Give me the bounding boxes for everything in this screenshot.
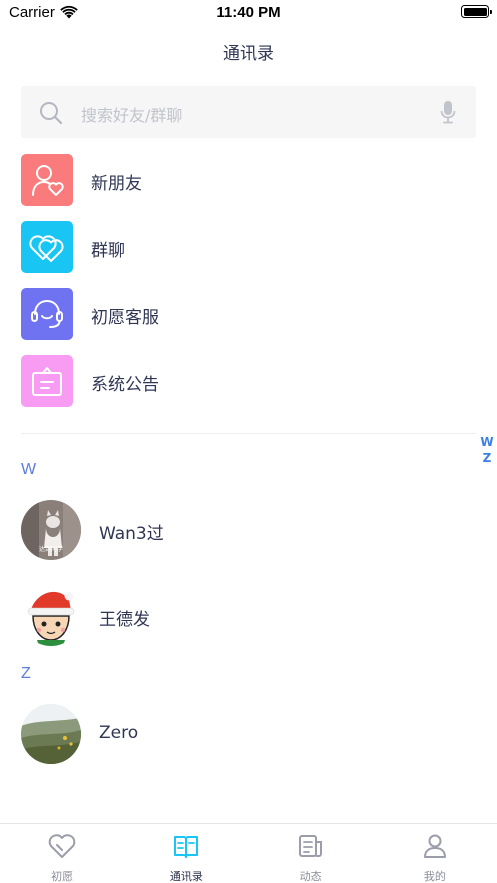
contact-name: 王德发	[99, 610, 150, 630]
heart-icon	[48, 833, 76, 863]
microphone-icon[interactable]	[440, 100, 456, 128]
contact-row[interactable]: 达到同学 Wan3过	[21, 500, 476, 564]
new-friend-item[interactable]: 新朋友	[21, 154, 476, 206]
section-header-z: Z	[21, 665, 31, 682]
page-title: 通讯录	[223, 44, 274, 64]
search-icon	[39, 101, 63, 129]
announcement-icon	[21, 355, 73, 407]
contact-name: Zero	[99, 723, 139, 743]
clock: 11:40 PM	[216, 4, 281, 21]
tab-chuyuan[interactable]: 初愿	[0, 824, 124, 883]
battery-icon	[461, 5, 492, 18]
avatar	[21, 586, 81, 646]
tab-label: 我的	[423, 870, 446, 883]
contact-name: Wan3过	[99, 524, 164, 544]
status-bar: Carrier 11:40 PM	[0, 0, 497, 26]
alphabet-index[interactable]: W Z	[480, 434, 494, 466]
tab-label: 通讯录	[169, 870, 203, 883]
avatar	[21, 704, 81, 764]
search-placeholder: 搜索好友/群聊	[81, 106, 183, 125]
divider	[21, 433, 476, 434]
contact-row[interactable]: 王德发	[21, 586, 476, 650]
index-letter-z[interactable]: Z	[480, 450, 494, 466]
new-friend-label: 新朋友	[91, 174, 142, 194]
group-chat-item[interactable]: 群聊	[21, 221, 476, 273]
tab-label: 动态	[299, 870, 322, 883]
customer-service-icon	[21, 288, 73, 340]
tab-contacts[interactable]: 通讯录	[124, 824, 248, 883]
announcement-item[interactable]: 系统公告	[21, 355, 476, 407]
tab-profile[interactable]: 我的	[373, 824, 497, 883]
group-chat-label: 群聊	[91, 241, 125, 261]
index-letter-w[interactable]: W	[480, 434, 494, 450]
tab-bar: 初愿 通讯录 动态 我的	[0, 823, 497, 883]
contact-row[interactable]: Zero	[21, 704, 476, 768]
new-friend-icon	[21, 154, 73, 206]
customer-service-label: 初愿客服	[91, 308, 159, 328]
customer-service-item[interactable]: 初愿客服	[21, 288, 476, 340]
contacts-book-icon	[172, 833, 200, 863]
announcement-label: 系统公告	[91, 375, 159, 395]
avatar: 达到同学	[21, 500, 81, 560]
tab-label: 初愿	[51, 870, 74, 883]
search-input[interactable]: 搜索好友/群聊	[21, 86, 476, 138]
tab-feed[interactable]: 动态	[249, 824, 373, 883]
avatar-caption: 达到同学	[38, 546, 63, 553]
profile-icon	[421, 833, 449, 863]
group-chat-icon	[21, 221, 73, 273]
feed-icon	[297, 833, 325, 863]
section-header-w: W	[21, 461, 37, 478]
